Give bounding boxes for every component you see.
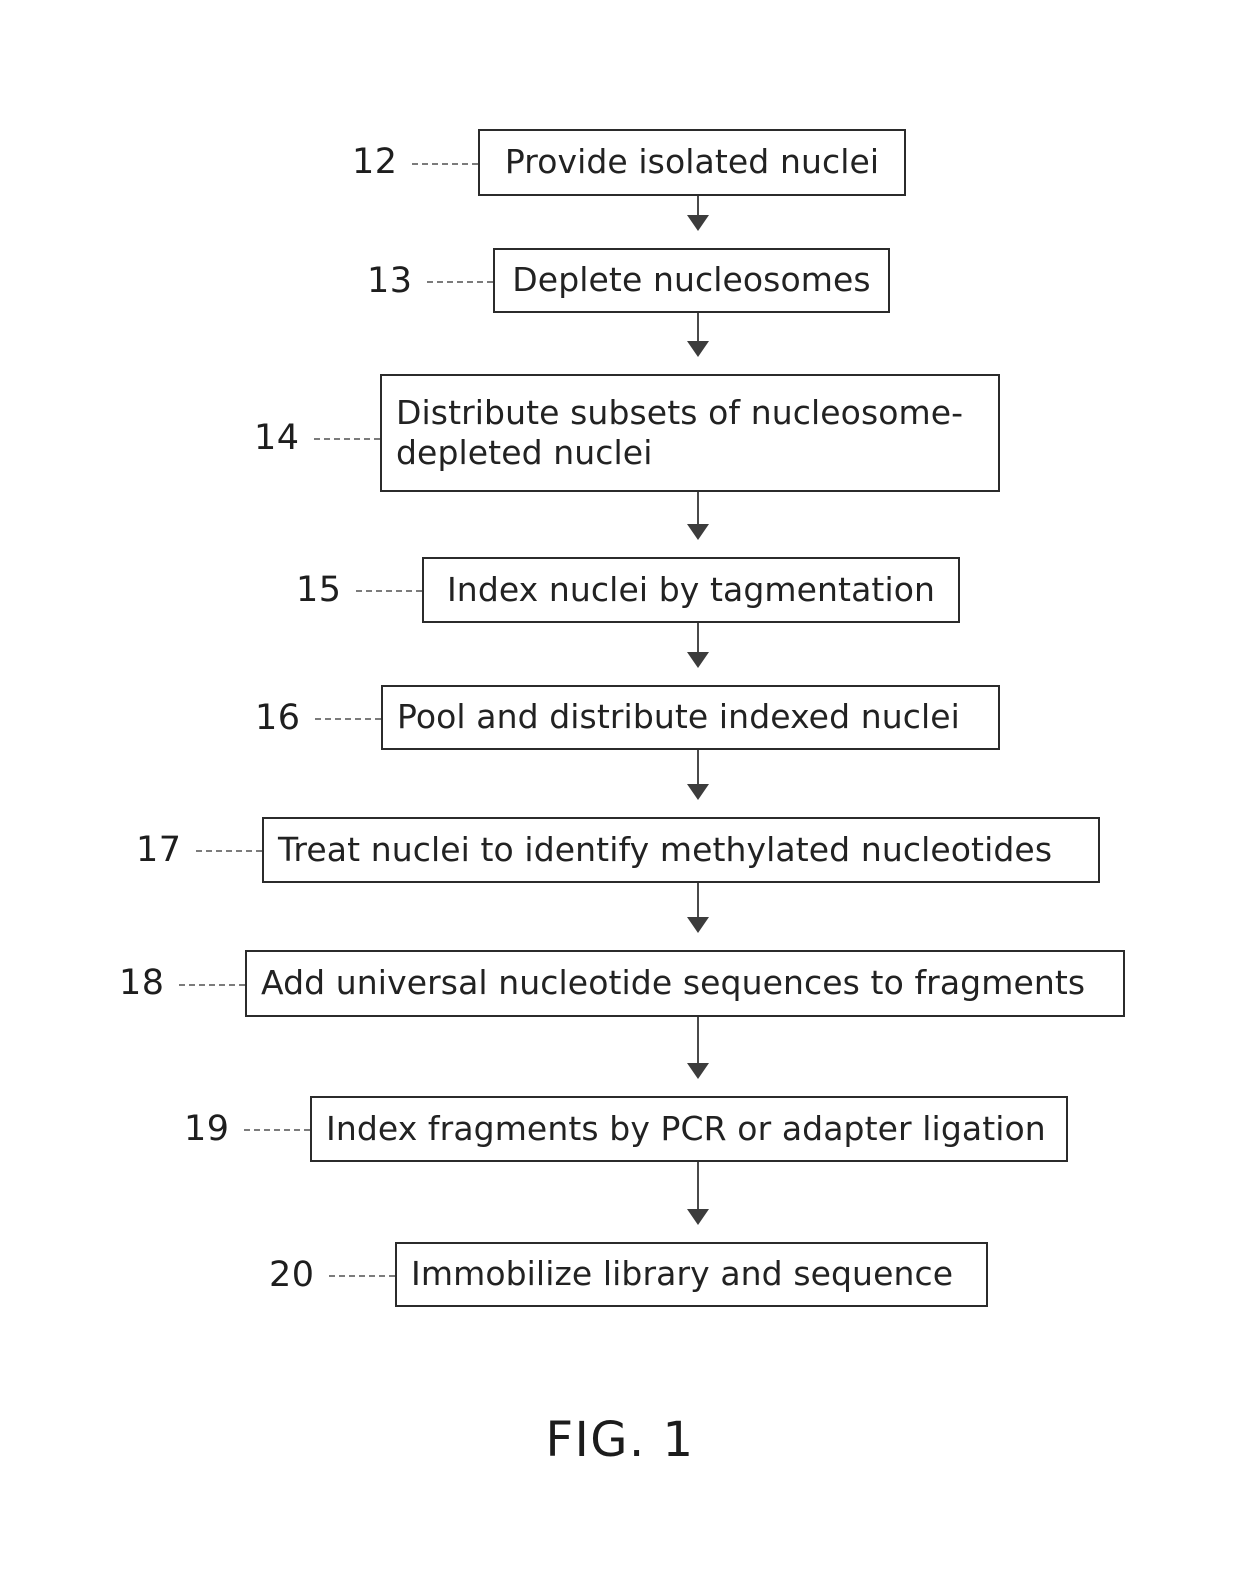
process-step-box-17: Treat nuclei to identify methylated nucl…	[262, 817, 1100, 883]
arrowhead-19-to-20	[687, 1209, 709, 1225]
leader-line-14	[314, 438, 380, 440]
process-step-box-20: Immobilize library and sequence	[395, 1242, 988, 1307]
process-step-box-12: Provide isolated nuclei	[478, 129, 906, 196]
leader-line-17	[196, 850, 262, 852]
process-step-box-19: Index fragments by PCR or adapter ligati…	[310, 1096, 1068, 1162]
arrowhead-15-to-16	[687, 652, 709, 668]
reference-numeral-19: 19	[184, 1109, 230, 1149]
reference-numeral-15: 15	[296, 570, 342, 610]
connector-18-to-19	[697, 1017, 699, 1068]
process-step-label-18: Add universal nucleotide sequences to fr…	[261, 963, 1086, 1003]
process-step-box-14: Distribute subsets of nucleosome- deplet…	[380, 374, 1000, 492]
leader-line-19	[244, 1129, 310, 1131]
reference-numeral-18: 18	[119, 963, 165, 1003]
process-step-label-15: Index nuclei by tagmentation	[446, 569, 936, 609]
arrowhead-13-to-14	[687, 341, 709, 357]
process-step-label-16: Pool and distribute indexed nuclei	[397, 697, 960, 737]
arrowhead-16-to-17	[687, 784, 709, 800]
connector-19-to-20	[697, 1162, 699, 1214]
patent-figure: 12 Provide isolated nuclei 13 Deplete nucle…	[0, 0, 1240, 1573]
process-step-box-15: Index nuclei by tagmentation	[422, 557, 960, 623]
leader-line-12	[412, 163, 478, 165]
process-step-label-20: Immobilize library and sequence	[411, 1254, 954, 1294]
process-step-label-13: Deplete nucleosomes	[512, 260, 871, 300]
reference-numeral-20: 20	[269, 1255, 315, 1295]
leader-line-16	[315, 718, 381, 720]
reference-numeral-16: 16	[255, 698, 301, 738]
process-step-label-19: Index fragments by PCR or adapter ligati…	[326, 1108, 1046, 1148]
reference-numeral-13: 13	[367, 261, 413, 301]
arrowhead-14-to-15	[687, 524, 709, 540]
reference-numeral-14: 14	[254, 418, 300, 458]
process-step-label-17: Treat nuclei to identify methylated nucl…	[278, 829, 1053, 869]
figure-caption: FIG. 1	[545, 1412, 695, 1468]
reference-numeral-17: 17	[136, 830, 182, 870]
arrowhead-12-to-13	[687, 215, 709, 231]
process-step-box-13: Deplete nucleosomes	[493, 248, 890, 313]
leader-line-18	[179, 984, 245, 986]
reference-numeral-12: 12	[352, 142, 398, 182]
leader-line-13	[427, 281, 493, 283]
process-step-box-18: Add universal nucleotide sequences to fr…	[245, 950, 1125, 1017]
leader-line-20	[329, 1275, 395, 1277]
process-step-label-12: Provide isolated nuclei	[504, 142, 880, 182]
arrowhead-17-to-18	[687, 917, 709, 933]
leader-line-15	[356, 590, 422, 592]
process-step-label-14: Distribute subsets of nucleosome- deplet…	[396, 392, 964, 472]
arrowhead-18-to-19	[687, 1063, 709, 1079]
process-step-box-16: Pool and distribute indexed nuclei	[381, 685, 1000, 750]
